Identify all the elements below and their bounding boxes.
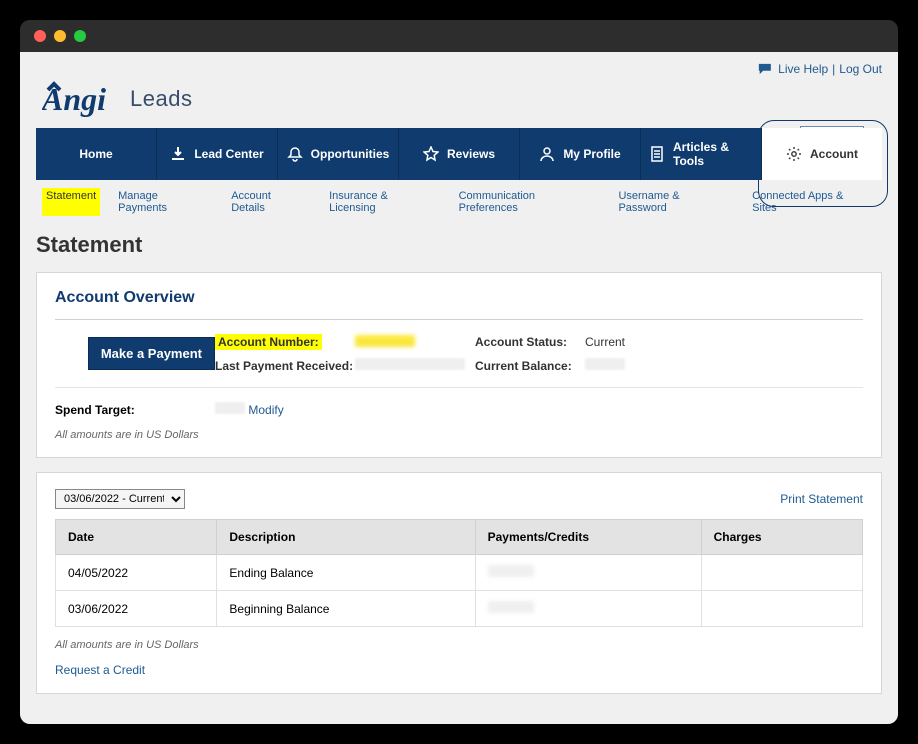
account-overview-card: Account Overview Account Number: Account…: [36, 272, 882, 458]
col-date: Date: [56, 520, 217, 555]
spend-target-value: Modify: [215, 402, 355, 417]
account-status-value: Current: [585, 335, 863, 349]
download-icon: [170, 146, 186, 162]
nav-home[interactable]: Home: [36, 128, 157, 180]
spend-target-row: Spend Target: Modify: [55, 402, 863, 417]
window-maximize-icon[interactable]: [74, 30, 86, 42]
window-minimize-icon[interactable]: [54, 30, 66, 42]
table-row: 03/06/2022 Beginning Balance: [56, 591, 863, 627]
angi-logo: Angi: [42, 80, 122, 118]
browser-frame: Live Help | Log Out Angi Leads Home Lead…: [20, 20, 898, 724]
cell-date: 03/06/2022: [56, 591, 217, 627]
make-payment-button[interactable]: Make a Payment: [88, 337, 215, 370]
nav-articles-tools[interactable]: Articles & Tools: [641, 128, 762, 180]
cell-desc: Ending Balance: [217, 555, 475, 591]
window-titlebar: [20, 20, 898, 52]
user-icon: [539, 146, 555, 162]
subnav-communication-prefs[interactable]: Communication Preferences: [459, 190, 597, 214]
nav-label: Reviews: [447, 147, 495, 161]
cell-pay: [475, 591, 701, 627]
nav-label: Opportunities: [311, 147, 390, 161]
modify-link[interactable]: Modify: [248, 403, 283, 417]
subnav-account-details[interactable]: Account Details: [231, 190, 307, 214]
page-title: Statement: [36, 224, 882, 272]
overview-grid: Account Number: Account Status: Current …: [55, 334, 863, 388]
nav-my-profile[interactable]: My Profile: [520, 128, 641, 180]
logo-row: Angi Leads: [36, 76, 882, 128]
nav-label: Lead Center: [194, 147, 263, 161]
last-payment-value: [355, 358, 475, 373]
subnav-manage-payments[interactable]: Manage Payments: [118, 190, 209, 214]
page-content: Live Help | Log Out Angi Leads Home Lead…: [20, 52, 898, 724]
document-icon: [649, 146, 665, 162]
nav-label: Home: [79, 147, 112, 161]
overview-footnote: All amounts are in US Dollars: [55, 429, 863, 441]
current-balance-label: Current Balance:: [475, 359, 585, 373]
statement-card: 03/06/2022 - Current Print Statement Dat…: [36, 472, 882, 694]
current-balance-value: [585, 358, 863, 373]
nav-label: My Profile: [563, 147, 620, 161]
last-payment-label: Last Payment Received:: [215, 359, 355, 373]
cell-desc: Beginning Balance: [217, 591, 475, 627]
col-charges: Charges: [701, 520, 862, 555]
col-payments-credits: Payments/Credits: [475, 520, 701, 555]
table-row: 04/05/2022 Ending Balance: [56, 555, 863, 591]
star-icon: [423, 146, 439, 162]
top-links: Live Help | Log Out: [36, 62, 882, 76]
chat-icon: [758, 63, 772, 75]
nav-lead-center[interactable]: Lead Center: [157, 128, 278, 180]
nav-label: Account: [810, 147, 858, 161]
logout-link[interactable]: Log Out: [839, 62, 882, 76]
statement-table: Date Description Payments/Credits Charge…: [55, 519, 863, 627]
period-select[interactable]: 03/06/2022 - Current: [55, 489, 185, 509]
main-nav: Home Lead Center Opportunities Reviews M…: [36, 128, 882, 180]
account-status-label: Account Status:: [475, 335, 585, 349]
live-help-link[interactable]: Live Help: [778, 62, 828, 76]
sub-nav: Statement Manage Payments Account Detail…: [36, 180, 882, 224]
nav-opportunities[interactable]: Opportunities: [278, 128, 399, 180]
window-close-icon[interactable]: [34, 30, 46, 42]
nav-account[interactable]: Account: [762, 128, 882, 180]
subnav-insurance-licensing[interactable]: Insurance & Licensing: [329, 190, 436, 214]
logo-subtitle: Leads: [130, 86, 192, 112]
cell-chg: [701, 591, 862, 627]
nav-label: Articles & Tools: [673, 140, 753, 168]
subnav-connected-apps[interactable]: Connected Apps & Sites: [752, 190, 870, 214]
cell-pay: [475, 555, 701, 591]
account-number-label: Account Number:: [215, 334, 322, 350]
request-credit-link[interactable]: Request a Credit: [55, 663, 145, 677]
separator: |: [832, 62, 835, 76]
overview-title: Account Overview: [55, 289, 863, 320]
subnav-statement[interactable]: Statement: [42, 188, 100, 216]
account-number-value: [355, 335, 475, 350]
gear-icon: [786, 146, 802, 162]
subnav-username-password[interactable]: Username & Password: [618, 190, 730, 214]
bell-icon: [287, 146, 303, 162]
cell-chg: [701, 555, 862, 591]
nav-reviews[interactable]: Reviews: [399, 128, 520, 180]
cell-date: 04/05/2022: [56, 555, 217, 591]
statement-footnote: All amounts are in US Dollars: [55, 639, 863, 651]
col-description: Description: [217, 520, 475, 555]
spend-target-label: Spend Target:: [55, 403, 215, 417]
print-statement-link[interactable]: Print Statement: [780, 492, 863, 506]
